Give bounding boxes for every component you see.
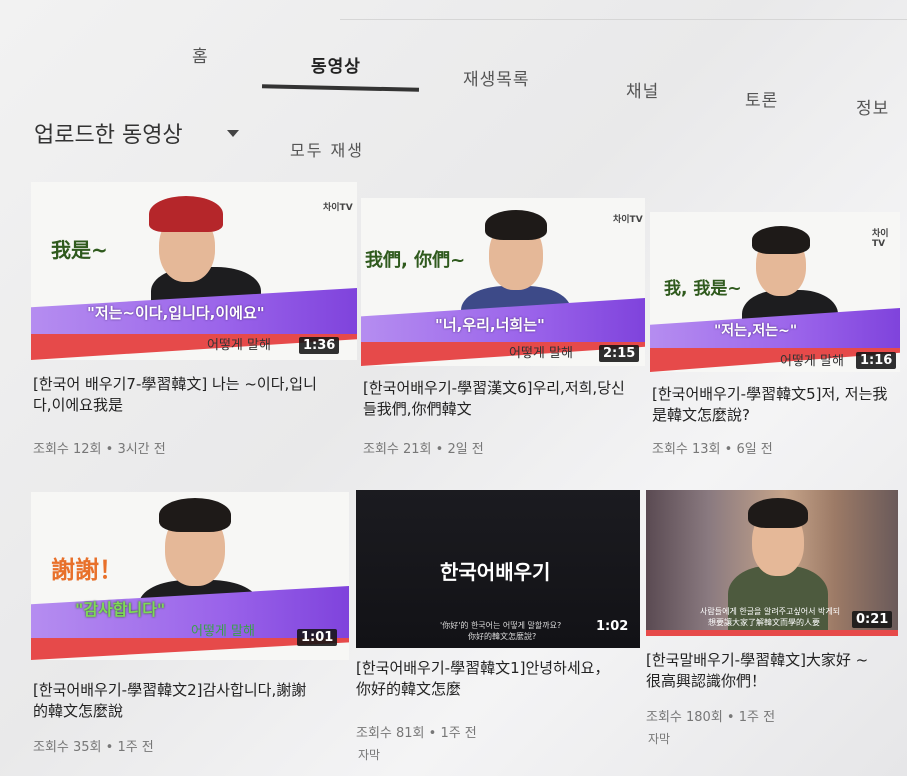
video-thumbnail[interactable]: 차이TV 我, 我是~ "저는,저는~" 어떻게 말해 1:16 [650,212,900,372]
active-tab-indicator [261,84,420,92]
channel-logo: 차이TV [323,203,353,213]
video-thumbnail[interactable]: 한국어배우기 '你好'的 한국어는 어떻게 말할까요? 你好的韓文怎麼說? 1:… [356,490,640,648]
channel-logo: 차이TV [872,229,889,249]
video-title[interactable]: [한국어배우기-學習韓文1]안녕하세요，你好的韓文怎麼 [356,658,616,700]
thumbnail-subtext: 어떻게 말해 [780,354,844,369]
video-card[interactable]: 차이TV 我們, 你們~ "너,우리,너희는" 어떻게 말해 2:15 [한국어… [361,198,647,478]
tab-about[interactable]: 정보 [856,94,889,119]
video-meta: 조회수 13회 • 6일 전 [652,442,773,457]
video-meta: 조회수 21회 • 2일 전 [363,442,484,457]
subtitles-badge: 자막 [648,732,671,746]
thumbnail-caption: 想要讓大家了解韓文而學的人要 [708,618,820,627]
video-thumbnail[interactable]: 차이TV 我是~ "저는~이다,입니다,이에요" 어떻게 말해 1:36 [31,182,357,360]
video-meta: 조회수 81회 • 1주 전 [356,726,477,741]
video-title[interactable]: [한국어배우기-學習韓文5]저, 저는我是韓文怎麼說? [652,384,892,426]
video-duration: 1:02 [596,619,629,634]
subtitles-badge: 자막 [358,748,381,762]
video-card[interactable]: 차이TV 我, 我是~ "저는,저는~" 어떻게 말해 1:16 [한국어배우기… [650,212,900,482]
play-all-button[interactable]: 모두 재생 [290,137,364,161]
thumbnail-caption: 你好的韓文怎麼說? [468,632,537,641]
video-meta: 조회수 35회 • 1주 전 [33,740,154,755]
thumbnail-subtext: 어떻게 말해 [191,624,255,639]
tab-channels[interactable]: 채널 [626,77,659,102]
video-duration: 1:36 [299,337,340,354]
video-title[interactable]: [한국어배우기-學習韓文2]감사합니다,謝謝的韓文怎麼說 [33,680,313,722]
thumbnail-korean-text: "너,우리,너희는" [435,316,545,334]
video-thumbnail[interactable]: 차이TV 我們, 你們~ "너,우리,너희는" 어떻게 말해 2:15 [361,198,645,366]
sort-dropdown-caret-icon[interactable] [227,130,239,137]
video-meta: 조회수 180회 • 1주 전 [646,710,776,725]
thumbnail-korean-text: "감사합니다" [75,600,166,619]
video-title[interactable]: [한국어 배우기7-學習韓文] 나는 ~이다,입니다,이에요我是 [33,374,323,416]
thumbnail-chinese-text: 我, 我是~ [664,279,742,299]
thumbnail-subtext: 어떻게 말해 [509,346,573,361]
channel-logo: 차이TV [613,215,643,225]
video-duration: 1:01 [297,629,338,646]
video-duration: 0:21 [852,611,893,628]
thumbnail-korean-text: "저는,저는~" [714,323,798,339]
video-meta: 조회수 12회 • 3시간 전 [33,442,166,457]
video-title[interactable]: [한국말배우기-學習韓文]大家好 ~ 很高興認識你們！ [646,650,876,692]
tab-videos[interactable]: 동영상 [311,52,361,77]
tab-home[interactable]: 홈 [192,42,209,67]
uploads-section-title[interactable]: 업로드한 동영상 [34,117,183,149]
video-thumbnail[interactable]: 사람들에게 한글을 알려주고싶어서 박게되 想要讓大家了解韓文而學的人要 0:2… [646,490,898,636]
video-card[interactable]: 사람들에게 한글을 알려주고싶어서 박게되 想要讓大家了解韓文而學的人要 0:2… [646,490,900,762]
video-card[interactable]: 謝謝！ "감사합니다" 어떻게 말해 1:01 [한국어배우기-學習韓文2]감사… [31,492,351,762]
thumbnail-caption: 사람들에게 한글을 알려주고싶어서 박게되 [700,607,841,616]
thumbnail-caption: '你好'的 한국어는 어떻게 말할까요? [440,621,562,630]
video-duration: 1:16 [856,352,897,369]
thumbnail-chinese-text: 謝謝！ [51,556,123,584]
video-title[interactable]: [한국어배우기-學習漢文6]우리,저희,당신들我們,你們韓文 [363,378,625,420]
thumbnail-chinese-text: 我是~ [51,238,108,262]
tab-playlists[interactable]: 재생목록 [463,65,530,90]
tab-discussion[interactable]: 토론 [745,86,778,111]
video-thumbnail[interactable]: 謝謝！ "감사합니다" 어떻게 말해 1:01 [31,492,349,660]
thumbnail-subtext: 어떻게 말해 [207,338,271,353]
video-card[interactable]: 한국어배우기 '你好'的 한국어는 어떻게 말할까요? 你好的韓文怎麼說? 1:… [356,490,642,772]
thumbnail-chinese-text: 我們, 你們~ [365,250,466,271]
channel-tabs: 홈 동영상 재생목록 채널 토론 정보 [0,0,907,119]
thumbnail-korean-text: "저는~이다,입니다,이에요" [87,304,265,322]
video-duration: 2:15 [599,345,640,362]
video-card[interactable]: 차이TV 我是~ "저는~이다,입니다,이에요" 어떻게 말해 1:36 [한국… [31,182,357,472]
thumbnail-center-text: 한국어배우기 [440,560,551,584]
